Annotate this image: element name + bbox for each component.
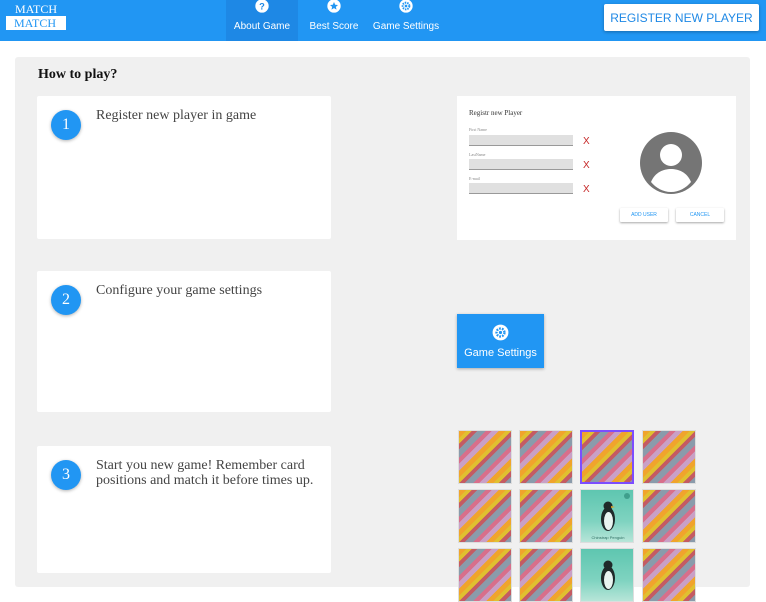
register-form-preview: Registr new Player First Name X LastName…	[457, 96, 736, 240]
step-text: Configure your game settings	[96, 283, 263, 298]
gear-icon	[399, 0, 413, 13]
card-back	[519, 548, 573, 602]
nav-game-settings-label: Game Settings	[372, 21, 440, 32]
penguin-icon	[601, 501, 615, 531]
first-name-field	[469, 135, 573, 146]
account-circle-icon	[640, 132, 702, 194]
logo-bottom-text: MATCH	[6, 16, 66, 30]
app-header: MATCH MATCH ? About Game Best Score Game…	[0, 0, 766, 41]
game-settings-preview: Game Settings	[457, 314, 544, 368]
clear-icon: X	[583, 160, 590, 171]
step-card-3: 3 Start you new game! Remember card posi…	[37, 446, 331, 573]
nav-game-settings[interactable]: Game Settings	[370, 0, 442, 41]
clear-icon: X	[583, 136, 590, 147]
last-name-field	[469, 159, 573, 170]
email-label: E-mail	[469, 176, 480, 181]
card-back	[642, 489, 696, 543]
card-back	[642, 548, 696, 602]
register-form-title: Registr new Player	[469, 109, 523, 117]
clear-icon: X	[583, 184, 590, 195]
card-back	[458, 548, 512, 602]
card-back-selected	[580, 430, 634, 484]
help-circle-icon: ?	[255, 0, 269, 13]
card-back	[458, 489, 512, 543]
step-card-2: 2 Configure your game settings	[37, 271, 331, 412]
nav-about-game[interactable]: ? About Game	[226, 0, 298, 41]
nav-about-game-label: About Game	[233, 21, 291, 32]
card-badge	[624, 493, 630, 499]
card-face-penguin	[580, 548, 634, 602]
penguin-icon	[601, 560, 615, 590]
card-back	[519, 489, 573, 543]
register-new-player-button[interactable]: REGISTER NEW PLAYER	[604, 4, 759, 31]
step-number-badge: 2	[51, 285, 81, 315]
logo-top-text: MATCH	[15, 2, 58, 16]
card-caption: Chinstrap Penguin	[591, 535, 625, 540]
nav-best-score[interactable]: Best Score	[304, 0, 364, 41]
step-card-1: 1 Register new player in game	[37, 96, 331, 239]
cancel-button: CANCEL	[676, 208, 724, 222]
card-face-penguin: Chinstrap Penguin	[580, 489, 634, 543]
how-to-play-title: How to play?	[38, 67, 118, 82]
first-name-label: First Name	[469, 127, 487, 132]
add-user-button: ADD USER	[620, 208, 668, 222]
card-back	[642, 430, 696, 484]
step-number-badge: 3	[51, 460, 81, 490]
star-circle-icon	[327, 0, 341, 13]
game-settings-preview-label: Game Settings	[464, 347, 537, 359]
step-text: Start you new game! Remember card positi…	[96, 458, 314, 488]
email-field	[469, 183, 573, 194]
app-logo[interactable]: MATCH MATCH	[6, 3, 66, 30]
svg-text:?: ?	[259, 1, 265, 11]
step-number-badge: 1	[51, 110, 81, 140]
cards-preview-grid: Chinstrap Penguin	[457, 428, 699, 602]
last-name-label: LastName	[469, 152, 486, 157]
card-back	[458, 430, 512, 484]
card-back	[519, 430, 573, 484]
gear-icon	[492, 324, 509, 341]
step-text: Register new player in game	[96, 108, 257, 123]
nav-best-score-label: Best Score	[309, 21, 359, 32]
